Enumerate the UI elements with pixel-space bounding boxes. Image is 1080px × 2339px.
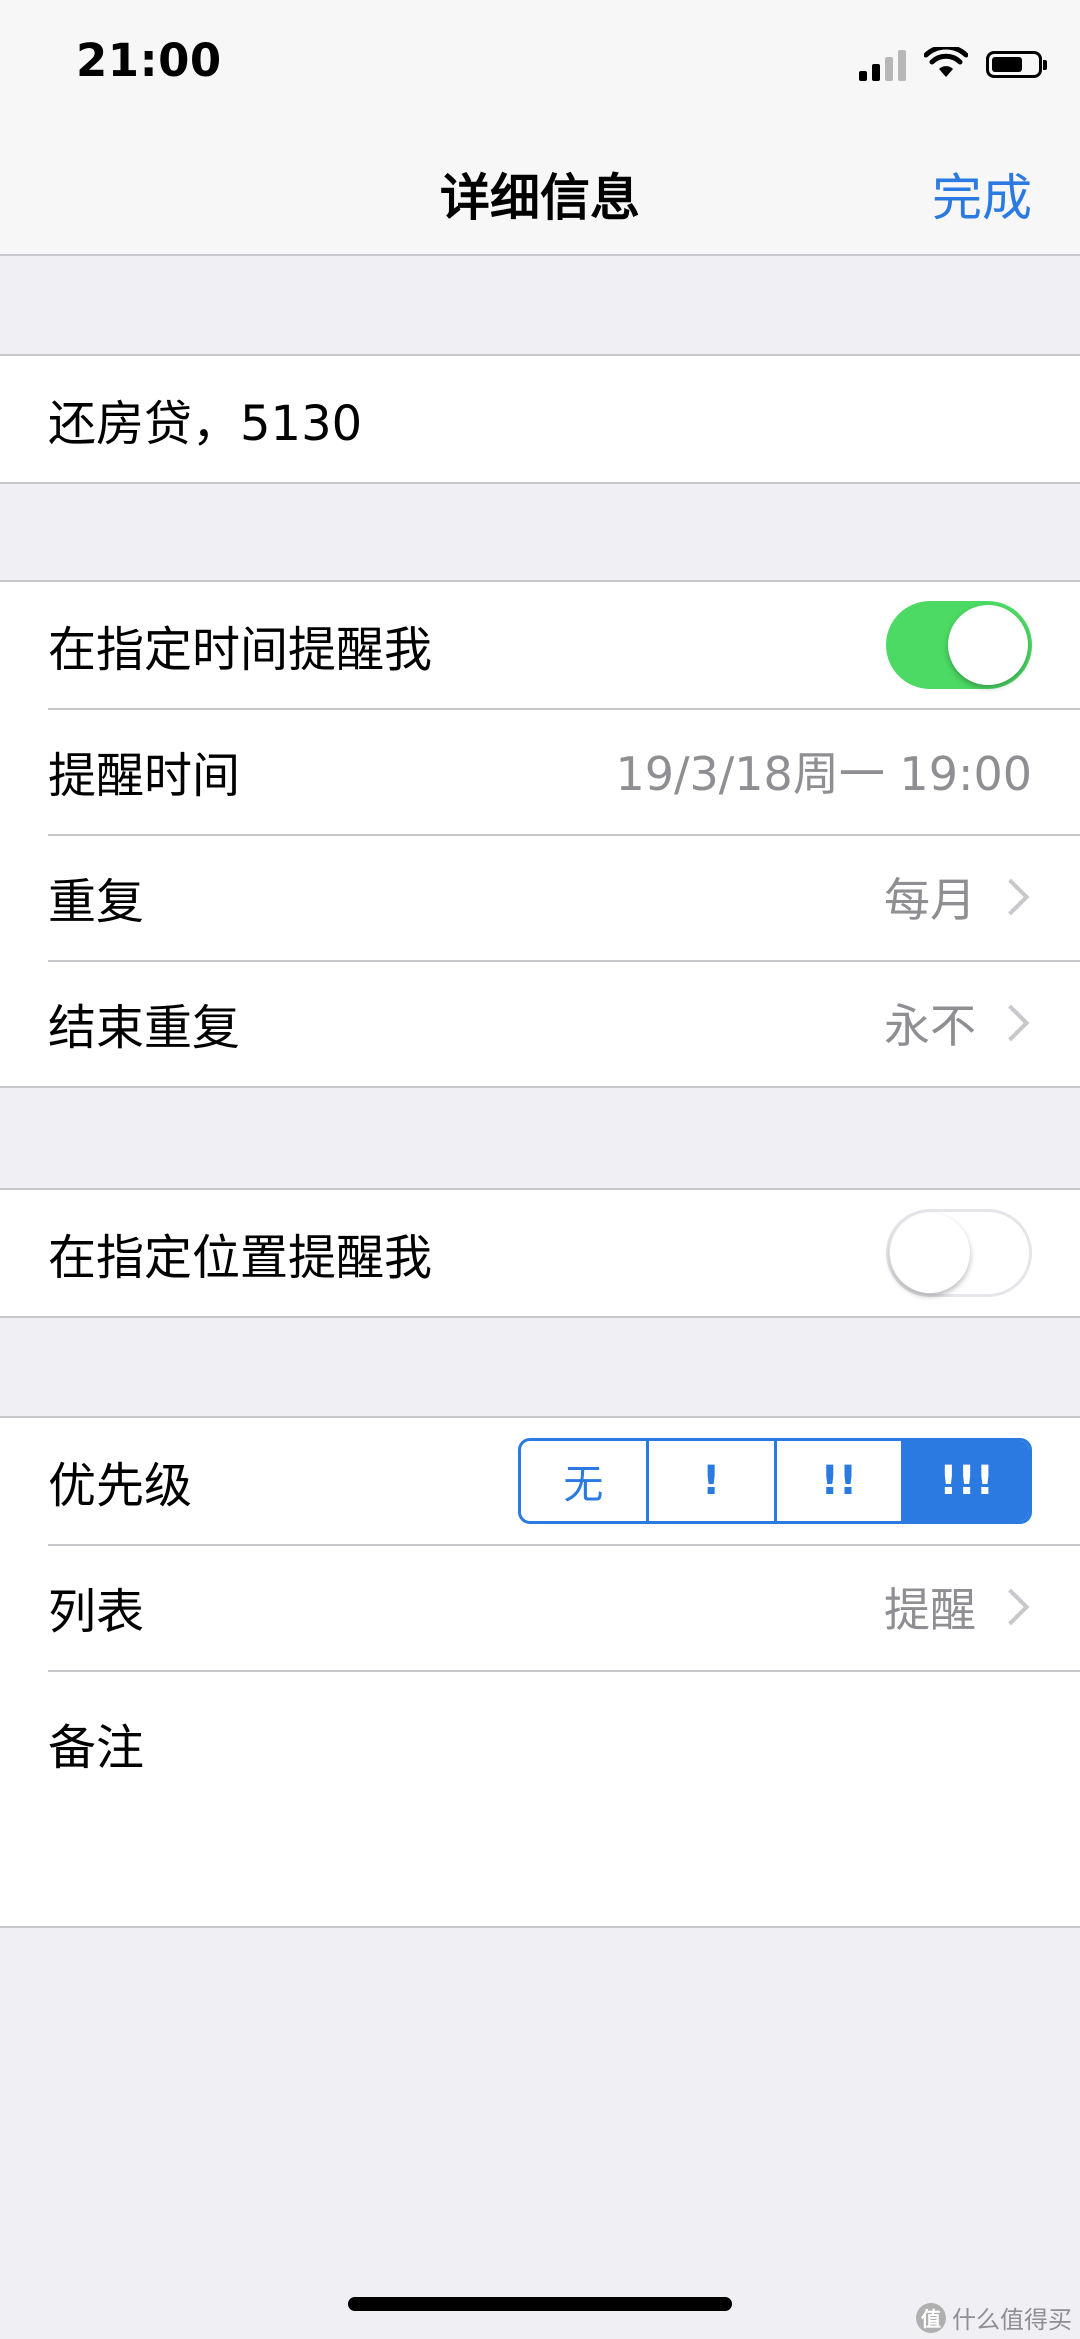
- watermark: 值 什么值得买: [916, 2300, 1072, 2335]
- battery-icon: [986, 50, 1047, 78]
- remind-location-section: 在指定位置提醒我: [0, 1188, 1080, 1318]
- status-icons: [859, 44, 1047, 84]
- priority-option-medium[interactable]: !!: [773, 1441, 902, 1521]
- title-section: 还房贷，5130: [0, 354, 1080, 484]
- page-title: 详细信息: [440, 169, 640, 227]
- priority-option-low[interactable]: !: [645, 1441, 774, 1521]
- priority-label: 优先级: [48, 1458, 193, 1514]
- home-indicator[interactable]: [348, 2297, 732, 2311]
- reminder-title-field[interactable]: 还房贷，5130: [0, 356, 1080, 482]
- chevron-right-icon: [992, 1588, 1030, 1626]
- priority-option-high[interactable]: !!!: [901, 1441, 1029, 1521]
- repeat-label: 重复: [48, 874, 145, 930]
- alarm-label: 提醒时间: [48, 748, 241, 804]
- notes-label: 备注: [48, 1720, 145, 1776]
- end-repeat-value: 永不: [884, 999, 976, 1053]
- remind-time-toggle[interactable]: [886, 601, 1032, 689]
- alarm-row[interactable]: 提醒时间 19/3/18周一 19:00: [0, 708, 1080, 834]
- priority-option-none[interactable]: 无: [521, 1441, 646, 1521]
- priority-segmented-control[interactable]: 无 ! !! !!!: [518, 1438, 1032, 1524]
- end-repeat-label: 结束重复: [48, 1000, 241, 1056]
- watermark-text: 什么值得买: [952, 2306, 1072, 2334]
- remind-location-label: 在指定位置提醒我: [48, 1230, 433, 1286]
- chevron-right-icon: [992, 878, 1030, 916]
- list-label: 列表: [48, 1584, 145, 1640]
- remind-location-toggle-row: 在指定位置提醒我: [0, 1190, 1080, 1316]
- priority-row: 优先级 无 ! !! !!!: [0, 1418, 1080, 1544]
- reminder-title-text[interactable]: 还房贷，5130: [48, 384, 1032, 454]
- repeat-value: 每月: [884, 873, 976, 927]
- wifi-icon: [924, 47, 968, 77]
- remind-time-label: 在指定时间提醒我: [48, 622, 433, 678]
- watermark-logo-icon: 值: [916, 2302, 946, 2333]
- done-button[interactable]: 完成: [932, 158, 1032, 230]
- notes-field[interactable]: 备注: [0, 1670, 1080, 1926]
- repeat-row[interactable]: 重复 每月: [0, 834, 1080, 960]
- navigation-bar: 21:00 详细信息 完成: [0, 0, 1080, 256]
- remind-time-section: 在指定时间提醒我 提醒时间 19/3/18周一 19:00 重复 每月 结束重复…: [0, 580, 1080, 1088]
- cellular-signal-icon: [859, 47, 906, 81]
- alarm-value: 19/3/18周一 19:00: [615, 747, 1032, 801]
- details-section: 优先级 无 ! !! !!! 列表 提醒 备注: [0, 1416, 1080, 1928]
- list-value: 提醒: [884, 1583, 976, 1637]
- list-row[interactable]: 列表 提醒: [0, 1544, 1080, 1670]
- remind-time-toggle-row: 在指定时间提醒我: [0, 582, 1080, 708]
- remind-location-toggle[interactable]: [886, 1209, 1032, 1297]
- chevron-right-icon: [992, 1004, 1030, 1042]
- end-repeat-row[interactable]: 结束重复 永不: [0, 960, 1080, 1086]
- status-time: 21:00: [76, 34, 222, 87]
